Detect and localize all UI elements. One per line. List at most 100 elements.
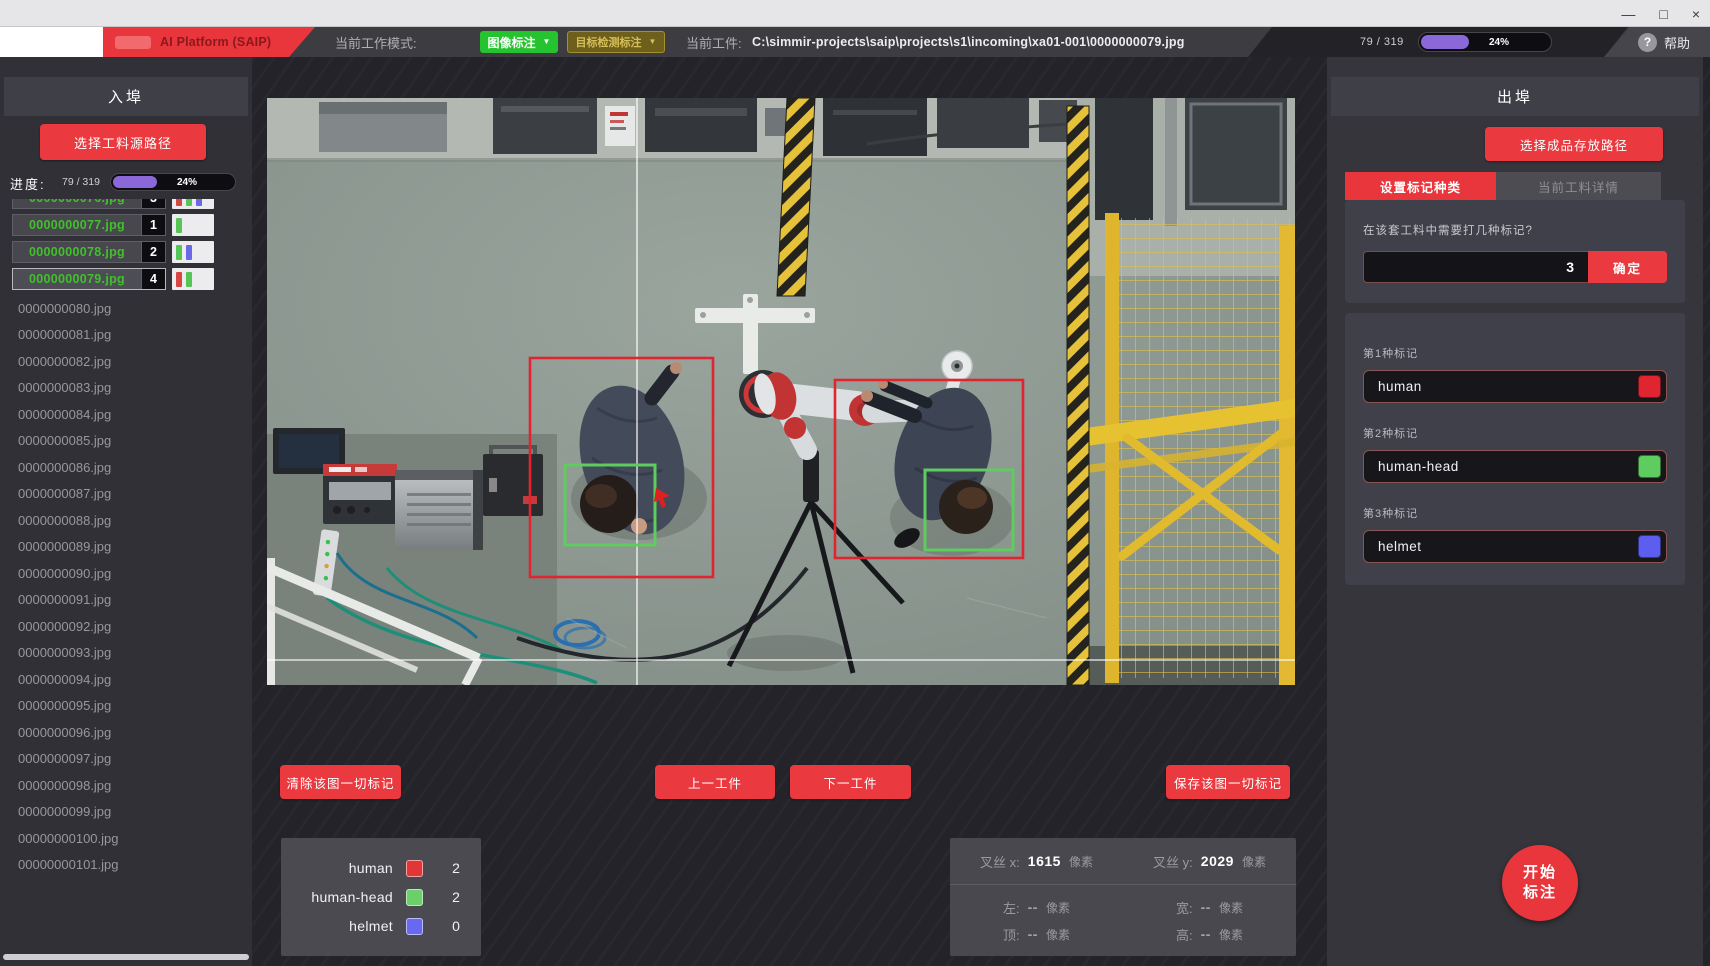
logo-placeholder: [0, 27, 103, 57]
label-2-title: 第2种标记: [1363, 425, 1667, 441]
human-head-count: 2: [449, 889, 463, 905]
next-workpiece-button[interactable]: 下一工件: [790, 765, 911, 799]
label-3-field: [1363, 530, 1667, 563]
file-row[interactable]: 0000000098.jpg: [0, 772, 252, 799]
save-annotations-button[interactable]: 保存该图一切标记: [1166, 765, 1290, 799]
mode-image-annotation-button[interactable]: 图像标注 ▼: [480, 31, 558, 53]
output-sidebar: 出埠 选择成品存放路径 设置标记种类 当前工料详情 在该套工料中需要打几种标记?…: [1327, 57, 1703, 966]
safety-fence: [1079, 213, 1295, 685]
file-row[interactable]: 0000000083.jpg: [0, 375, 252, 402]
close-icon[interactable]: ×: [1692, 7, 1700, 21]
file-row[interactable]: 0000000085.jpg: [0, 428, 252, 455]
input-sidebar-title: 入埠: [4, 77, 248, 116]
annotation-color-bars: [172, 214, 214, 236]
header-progress-count: 79 / 319: [1360, 27, 1404, 57]
file-row[interactable]: 0000000096.jpg: [0, 719, 252, 746]
file-name: 0000000076.jpg: [13, 199, 141, 208]
file-row[interactable]: 0000000080.jpg: [0, 295, 252, 322]
label-2-input[interactable]: [1368, 459, 1638, 474]
label-count-input[interactable]: [1363, 251, 1588, 283]
sidebar-progress: 进度: 79 / 319 24%: [0, 172, 252, 192]
human-count: 2: [449, 860, 463, 876]
tab-current-workpiece-details[interactable]: 当前工料详情: [1496, 172, 1661, 200]
previous-workpiece-button[interactable]: 上一工件: [655, 765, 775, 799]
label-count-card: 在该套工料中需要打几种标记? 确定: [1345, 200, 1685, 303]
file-name: 0000000077.jpg: [13, 215, 141, 235]
select-output-path-button[interactable]: 选择成品存放路径: [1485, 127, 1663, 161]
file-row[interactable]: 0000000081.jpg: [0, 322, 252, 349]
file-row[interactable]: 0000000093.jpg: [0, 640, 252, 667]
file-row[interactable]: 0000000088.jpg: [0, 507, 252, 534]
maximize-icon[interactable]: □: [1659, 7, 1667, 21]
box-top-readout: 顶: -- 像素: [950, 925, 1123, 944]
file-row-annotated[interactable]: 0000000077.jpg1: [12, 214, 242, 236]
label-1-color-swatch[interactable]: [1638, 375, 1661, 398]
progress-percent: 24%: [111, 174, 235, 190]
sidebar-progress-bar: 24%: [110, 173, 236, 191]
helmet-count: 0: [449, 918, 463, 934]
window-titlebar: — □ ×: [0, 0, 1710, 27]
helmet-color-swatch: [406, 918, 423, 935]
file-name: 0000000079.jpg: [13, 269, 141, 289]
crosshair-x-readout: 叉丝 x: 1615 像素: [950, 852, 1123, 871]
work-mode-label: 当前工作模式:: [335, 27, 417, 57]
file-row-annotated-selected[interactable]: 0000000079.jpg4: [12, 268, 242, 290]
tab-set-label-types[interactable]: 设置标记种类: [1345, 172, 1496, 200]
label-1-input[interactable]: [1368, 379, 1638, 394]
file-row[interactable]: 0000000091.jpg: [0, 587, 252, 614]
annotation-legend: human 2 human-head 2 helmet 0: [281, 838, 481, 956]
file-row[interactable]: 00000000101.jpg: [0, 852, 252, 879]
label-2-color-swatch[interactable]: [1638, 455, 1661, 478]
annotation-count-badge: 3: [141, 199, 165, 208]
select-source-path-button[interactable]: 选择工料源路径: [40, 124, 206, 160]
human-color-swatch: [406, 860, 423, 877]
file-row[interactable]: 0000000089.jpg: [0, 534, 252, 561]
confirm-button[interactable]: 确定: [1588, 251, 1667, 283]
file-row[interactable]: 0000000095.jpg: [0, 693, 252, 720]
file-row[interactable]: 0000000087.jpg: [0, 481, 252, 508]
settings-tabs: 设置标记种类 当前工料详情: [1345, 172, 1661, 200]
box-left-readout: 左: -- 像素: [950, 898, 1123, 917]
file-row[interactable]: 0000000097.jpg: [0, 746, 252, 773]
box-width-readout: 宽: -- 像素: [1123, 898, 1296, 917]
annotation-count-badge: 2: [141, 242, 165, 262]
output-sidebar-title: 出埠: [1331, 77, 1699, 116]
mode-detection-annotation-button[interactable]: 目标检测标注 ▼: [567, 31, 665, 53]
app-window: — □ × AI Platform (SAIP) 当前工作模式: 图像标注 ▼ …: [0, 0, 1710, 966]
minimize-icon[interactable]: —: [1621, 7, 1635, 21]
file-row-annotated[interactable]: 0000000078.jpg2: [12, 241, 242, 263]
legend-row-helmet: helmet 0: [299, 918, 463, 935]
label-3-color-swatch[interactable]: [1638, 535, 1661, 558]
label-3-input[interactable]: [1368, 539, 1638, 554]
progress-label: 进度:: [10, 174, 46, 193]
brand-banner: AI Platform (SAIP): [103, 27, 315, 57]
input-sidebar: 入埠 选择工料源路径 进度: 79 / 319 24% 0000000076.j…: [0, 57, 252, 966]
start-annotation-button[interactable]: 开始 标注: [1502, 845, 1578, 921]
human-head-color-swatch: [406, 889, 423, 906]
file-row-annotated[interactable]: 0000000076.jpg3: [12, 199, 242, 209]
current-file-path: C:\simmir-projects\saip\projects\s1\inco…: [752, 27, 1185, 57]
app-header: AI Platform (SAIP) 当前工作模式: 图像标注 ▼ 目标检测标注…: [0, 27, 1710, 57]
box-height-readout: 高: -- 像素: [1123, 925, 1296, 944]
file-list: 0000000076.jpg3 0000000077.jpg1 00000000…: [0, 199, 252, 950]
file-row[interactable]: 0000000094.jpg: [0, 666, 252, 693]
file-row[interactable]: 0000000090.jpg: [0, 560, 252, 587]
help-button[interactable]: ? 帮助: [1638, 27, 1690, 57]
brand-title: AI Platform (SAIP): [160, 35, 271, 49]
header-progress-bar: 24%: [1418, 32, 1552, 52]
file-row[interactable]: 0000000084.jpg: [0, 401, 252, 428]
file-name: 0000000078.jpg: [13, 242, 141, 262]
clear-annotations-button[interactable]: 清除该图一切标记: [280, 765, 401, 799]
file-row[interactable]: 00000000100.jpg: [0, 825, 252, 852]
file-row[interactable]: 0000000099.jpg: [0, 799, 252, 826]
legend-row-human-head: human-head 2: [299, 889, 463, 906]
brand-logo-icon: [115, 36, 151, 49]
coordinates-panel: 叉丝 x: 1615 像素 叉丝 y: 2029 像素 左: -- 像素 宽: …: [950, 838, 1296, 956]
annotation-canvas[interactable]: [267, 98, 1295, 685]
annotation-color-bars: [172, 241, 214, 263]
file-row[interactable]: 0000000092.jpg: [0, 613, 252, 640]
file-row[interactable]: 0000000086.jpg: [0, 454, 252, 481]
file-row[interactable]: 0000000082.jpg: [0, 348, 252, 375]
label-settings-panel: 在该套工料中需要打几种标记? 确定 第1种标记 第2种标记 第3种标记: [1345, 200, 1685, 585]
horizontal-scrollbar[interactable]: [3, 954, 249, 960]
